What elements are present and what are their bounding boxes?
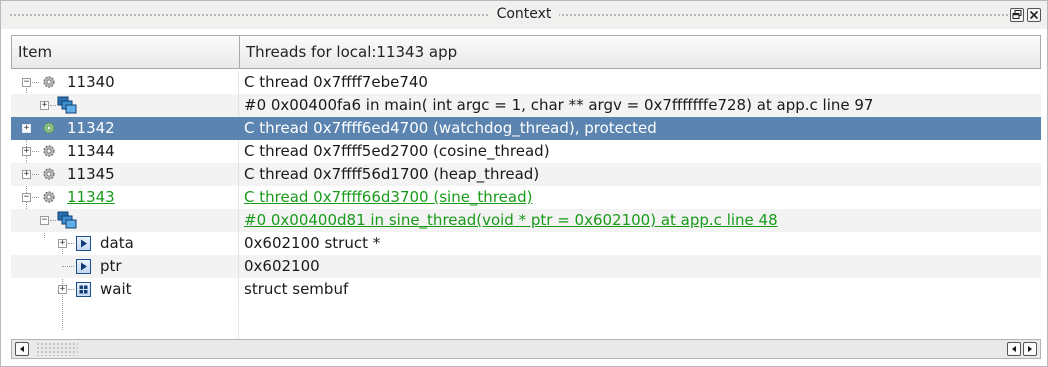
pointer-variable-icon (76, 236, 91, 251)
thread-gear-icon (43, 145, 55, 157)
variable-row-wait[interactable]: + wait struct sembuf (11, 278, 1041, 301)
frame-value: #0 0x00400fa6 in main( int argc = 1, cha… (244, 96, 874, 114)
scroll-thumb[interactable] (36, 342, 78, 356)
variable-value: 0x602100 (244, 257, 320, 275)
thread-gear-icon (43, 168, 55, 180)
thread-value: C thread 0x7ffff66d3700 (sine_thread) (244, 188, 533, 206)
thread-value: C thread 0x7ffff6ed4700 (watchdog_thread… (244, 119, 657, 137)
thread-value: C thread 0x7ffff56d1700 (heap_thread) (244, 165, 540, 183)
scroll-right-icon[interactable] (1023, 342, 1037, 356)
struct-variable-icon (76, 282, 91, 297)
thread-gear-icon (43, 122, 55, 134)
thread-gear-icon (43, 191, 55, 203)
variable-name: wait (100, 280, 132, 298)
variable-value: 0x602100 struct * (244, 234, 381, 252)
thread-id: 11344 (67, 142, 115, 160)
expand-icon[interactable]: + (40, 101, 49, 110)
stack-frame-row[interactable]: − #0 0x00400d81 in sine_thread(void * pt… (11, 209, 1041, 232)
thread-id: 11342 (67, 119, 115, 137)
thread-value: C thread 0x7ffff7ebe740 (244, 73, 428, 91)
column-header-value[interactable]: Threads for local:11343 app (240, 36, 1040, 68)
expand-icon[interactable]: + (22, 124, 31, 133)
column-header: Item Threads for local:11343 app (11, 35, 1041, 69)
frame-value: #0 0x00400d81 in sine_thread(void * ptr … (244, 211, 778, 229)
stack-frame-row[interactable]: + #0 0x00400fa6 in main( int argc = 1, c… (11, 94, 1041, 117)
variable-value: struct sembuf (244, 280, 349, 298)
collapse-icon[interactable]: − (22, 193, 31, 202)
column-header-item[interactable]: Item (12, 36, 239, 68)
collapse-icon[interactable]: − (22, 78, 31, 87)
pointer-variable-icon (76, 259, 91, 274)
context-panel: Context Item Threads for local:11343 app (0, 0, 1048, 367)
variable-name: ptr (100, 257, 122, 275)
stack-frame-icon (57, 96, 77, 114)
expand-icon[interactable]: + (58, 285, 67, 294)
close-icon[interactable] (1027, 8, 1041, 22)
stack-frame-icon (57, 211, 77, 229)
variable-name: data (100, 234, 134, 252)
restore-window-icon[interactable] (1010, 8, 1024, 22)
thread-row-11343[interactable]: − 11343 C thread 0x7ffff66d3700 (sine_th… (11, 186, 1041, 209)
thread-id: 11345 (67, 165, 115, 183)
variable-row-data[interactable]: + data 0x602100 struct * (11, 232, 1041, 255)
thread-tree: − 11340 C thread 0x7ffff7ebe740 + #0 0x0… (11, 71, 1041, 339)
thread-row-11342[interactable]: + 11342 C thread 0x7ffff6ed4700 (watchdo… (11, 117, 1041, 140)
thread-row-11340[interactable]: − 11340 C thread 0x7ffff7ebe740 (11, 71, 1041, 94)
thread-row-11344[interactable]: + 11344 C thread 0x7ffff5ed2700 (cosine_… (11, 140, 1041, 163)
thread-id: 11343 (67, 188, 115, 206)
thread-value: C thread 0x7ffff5ed2700 (cosine_thread) (244, 142, 550, 160)
panel-title: Context (488, 6, 560, 22)
expand-icon[interactable]: + (58, 239, 67, 248)
thread-gear-icon (43, 76, 55, 88)
variable-row-ptr[interactable]: ptr 0x602100 (11, 255, 1041, 278)
thread-id: 11340 (67, 73, 115, 91)
horizontal-scrollbar[interactable] (11, 339, 1041, 359)
expand-icon[interactable]: + (22, 170, 31, 179)
scroll-left-icon[interactable] (1007, 342, 1021, 356)
thread-row-11345[interactable]: + 11345 C thread 0x7ffff56d1700 (heap_th… (11, 163, 1041, 186)
expand-icon[interactable]: + (22, 147, 31, 156)
collapse-icon[interactable]: − (40, 216, 49, 225)
scroll-left-icon[interactable] (15, 342, 29, 356)
panel-titlebar[interactable]: Context (1, 1, 1047, 29)
